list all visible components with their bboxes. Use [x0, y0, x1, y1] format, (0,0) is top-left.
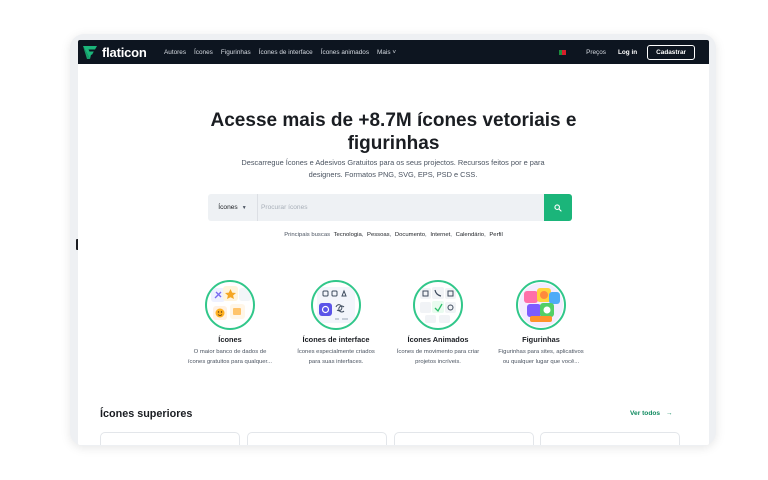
category-title: Figurinhas [522, 335, 560, 344]
nav-right: Preços Log in Cadastrar [559, 40, 709, 64]
category-desc-line: Ícones especialmente criados [297, 349, 375, 355]
category-desc-line: Figurinhas para sites, aplicativos [498, 349, 584, 355]
hero-title-line2: figurinhas [347, 133, 440, 154]
category-desc-line: ou qualquer lugar que você... [502, 358, 580, 365]
nav-link-interface-icons[interactable]: Ícones de interface [259, 49, 313, 56]
search-icon [554, 203, 562, 212]
category-description: Ícones especialmente criados para suas i… [288, 348, 384, 367]
nav-link-animated-icons[interactable]: Ícones animados [321, 49, 369, 56]
category-title: Ícones de interface [302, 335, 370, 344]
popular-term[interactable]: Tecnologia [334, 232, 362, 238]
stickers-category-illustration [516, 280, 566, 330]
category-interface-icons[interactable]: Ícones de interface Ícones especialmente… [288, 280, 384, 367]
category-icons[interactable]: Ícones O maior banco de dados de ícones … [182, 280, 278, 367]
search-input[interactable] [261, 194, 511, 221]
category-title: Ícones Animados [407, 335, 469, 344]
nav-prices-link[interactable]: Preços [586, 49, 606, 56]
popular-searches: Principais buscas Tecnologia, Pessoas, D… [284, 232, 503, 238]
category-description: Figurinhas para sites, aplicativos ou qu… [493, 348, 589, 367]
popular-term[interactable]: Internet [430, 232, 450, 238]
hero-subtitle-line1: Descarregue Ícones e Adesivos Gratuitos … [241, 158, 545, 167]
category-desc-line: projetos incríveis. [415, 358, 461, 365]
animated-icons-category-illustration [413, 280, 463, 330]
arrow-right-icon: → [665, 410, 673, 417]
flaticon-logo-icon [83, 45, 97, 59]
nav-link-icons[interactable]: Ícones [194, 49, 213, 56]
hero-subtitle: Descarregue Ícones e Adesivos Gratuitos … [223, 157, 563, 181]
top-navbar: flaticon Autores Ícones Figurinhas Ícone… [78, 40, 709, 64]
hero-subtitle-line2: designers. Formatos PNG, SVG, EPS, PSD e… [308, 170, 478, 179]
nav-link-stickers[interactable]: Figurinhas [221, 49, 251, 56]
search-bar: Ícones ▼ [208, 194, 572, 221]
category-title: Ícones [218, 335, 242, 344]
see-all-label: Ver todos [630, 410, 661, 417]
top-icons-title: Ícones superiores [100, 408, 193, 420]
chevron-down-icon: ▼ [241, 204, 247, 211]
webpage: flaticon Autores Ícones Figurinhas Ícone… [78, 40, 709, 445]
login-link[interactable]: Log in [618, 49, 637, 56]
icons-category-illustration [205, 280, 255, 330]
category-stickers[interactable]: Figurinhas Figurinhas para sites, aplica… [493, 280, 589, 367]
category-desc-line: ícones gratuitos para qualquer... [187, 358, 273, 365]
search-button[interactable] [544, 194, 572, 221]
category-description: O maior banco de dados de ícones gratuit… [182, 348, 278, 367]
hero-title-line1: Acesse mais de +8.7M ícones vetoriais e [210, 110, 577, 131]
icon-pack-card[interactable] [100, 432, 240, 445]
nav-links: Autores Ícones Figurinhas Ícones de inte… [164, 40, 404, 64]
signup-button[interactable]: Cadastrar [647, 44, 695, 60]
popular-searches-label: Principais buscas [284, 232, 331, 238]
popular-term[interactable]: Calendário [456, 232, 485, 238]
flaticon-logo[interactable]: flaticon [82, 43, 147, 61]
nav-link-more[interactable]: Mais ˅ [377, 49, 396, 56]
hero-title: Acesse mais de +8.7M ícones vetoriais e … [78, 109, 709, 155]
category-desc-line: Ícones de movimento para criar [396, 349, 480, 355]
interface-icons-category-illustration [311, 280, 361, 330]
category-description: Ícones de movimento para criar projetos … [390, 348, 486, 367]
logo-text: flaticon [102, 44, 147, 60]
chevron-down-icon: ˅ [392, 48, 397, 56]
category-animated-icons[interactable]: Ícones Animados Ícones de movimento para… [390, 280, 486, 367]
nav-link-authors[interactable]: Autores [164, 49, 186, 56]
category-desc-line: O maior banco de dados de [193, 349, 267, 355]
popular-term[interactable]: Perfil [489, 232, 502, 238]
icon-pack-card[interactable] [540, 432, 680, 445]
icon-pack-card[interactable] [394, 432, 534, 445]
search-type-label: Ícones [218, 204, 238, 211]
category-desc-line: para suas interfaces. [308, 358, 364, 365]
popular-term[interactable]: Pessoas [367, 232, 390, 238]
popular-term[interactable]: Documento [395, 232, 425, 238]
see-all-link[interactable]: Ver todos → [630, 410, 672, 417]
icon-pack-card[interactable] [247, 432, 387, 445]
search-type-select[interactable]: Ícones ▼ [208, 194, 258, 221]
portugal-flag-icon[interactable] [559, 49, 567, 55]
nav-more-label: Mais [377, 48, 391, 56]
top-icons-cards [100, 432, 686, 445]
